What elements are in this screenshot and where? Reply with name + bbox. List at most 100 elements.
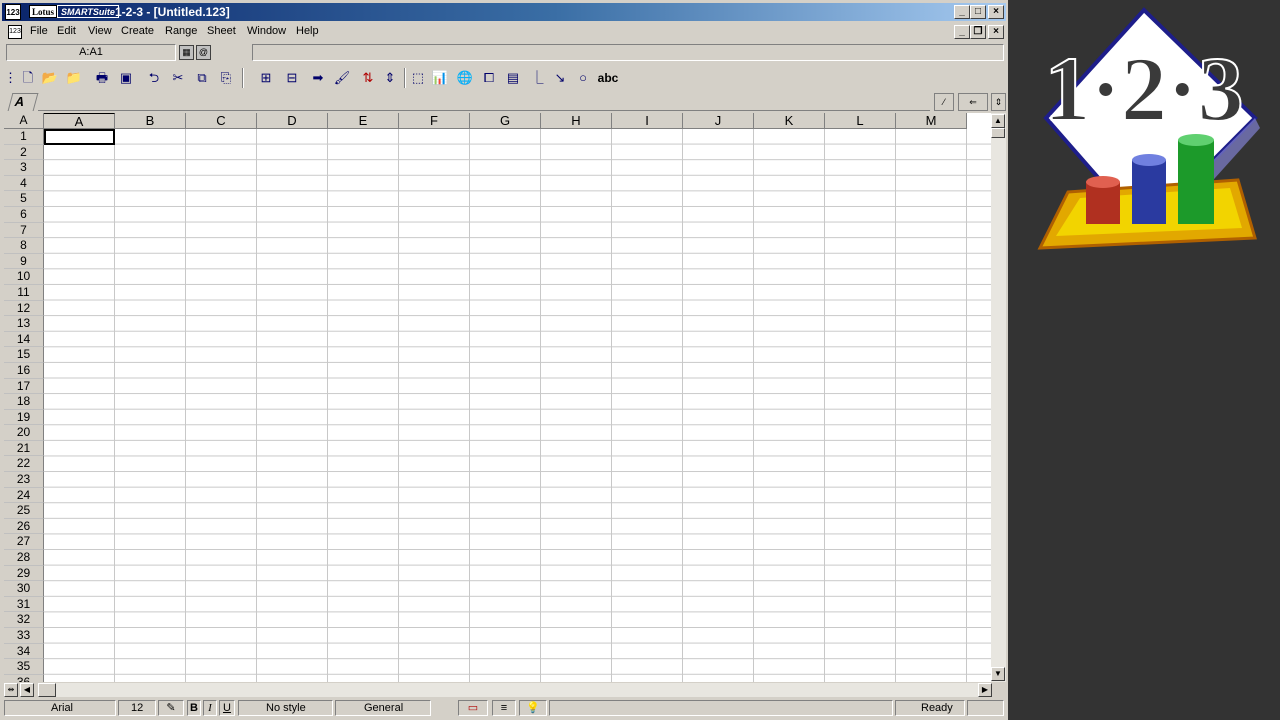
line-icon[interactable]: ⎿: [527, 68, 547, 88]
menu-help[interactable]: Help: [296, 25, 319, 37]
menu-edit[interactable]: Edit: [57, 25, 76, 37]
row-header[interactable]: 30: [4, 581, 44, 597]
column-header-e[interactable]: E: [328, 113, 399, 129]
cell-pointer[interactable]: [44, 129, 115, 145]
split-icon[interactable]: ⇕: [991, 93, 1006, 111]
row-header[interactable]: 7: [4, 222, 44, 239]
scroll-left-icon[interactable]: ◀: [20, 683, 34, 697]
alignment-icon[interactable]: ≡: [492, 700, 516, 716]
row-header[interactable]: 32: [4, 612, 44, 628]
menu-window[interactable]: Window: [247, 25, 286, 37]
sheet-tab-a[interactable]: A: [7, 93, 39, 111]
row-header[interactable]: 19: [4, 409, 44, 426]
column-header-m[interactable]: M: [896, 113, 967, 129]
row-header[interactable]: 12: [4, 300, 44, 317]
navigator-icon[interactable]: ▦: [179, 45, 194, 60]
cell-area[interactable]: [44, 129, 991, 682]
row-header[interactable]: 34: [4, 643, 44, 660]
column-header-d[interactable]: D: [257, 113, 328, 129]
doc-minimize-button[interactable]: _: [954, 25, 970, 39]
bold-icon[interactable]: B: [187, 700, 201, 716]
doc-close-button[interactable]: ×: [988, 25, 1004, 39]
ellipse-icon[interactable]: ○: [573, 68, 593, 88]
row-header[interactable]: 13: [4, 316, 44, 332]
row-header[interactable]: 17: [4, 378, 44, 395]
map-icon[interactable]: 🌐: [455, 68, 475, 88]
sheet-corner-label[interactable]: A: [4, 113, 44, 129]
number-format-selector[interactable]: General: [335, 700, 431, 716]
format-icon[interactable]: 🖌: [332, 68, 352, 88]
new-sheet-icon[interactable]: ⁄: [934, 93, 954, 111]
print-preview-icon[interactable]: ▣: [116, 68, 136, 88]
row-header[interactable]: 10: [4, 269, 44, 285]
undo-icon[interactable]: ⮌: [144, 68, 164, 88]
vertical-scrollbar[interactable]: ▲ ▼: [991, 113, 1006, 682]
print-icon[interactable]: 🖶: [92, 68, 112, 88]
insert-rows-icon[interactable]: ⊞: [256, 68, 276, 88]
menu-file[interactable]: File: [30, 25, 48, 37]
style-selector[interactable]: No style: [238, 700, 333, 716]
column-header-g[interactable]: G: [470, 113, 541, 129]
scroll-up-icon[interactable]: ▲: [991, 114, 1005, 128]
app-icon[interactable]: 123: [5, 4, 21, 20]
maximize-button[interactable]: □: [970, 5, 986, 19]
row-header[interactable]: 9: [4, 253, 44, 270]
fill-icon[interactable]: ⇕: [380, 68, 400, 88]
document-icon[interactable]: 123: [8, 25, 22, 39]
column-header-b[interactable]: B: [115, 113, 186, 129]
horizontal-scrollbar[interactable]: ⇹ ◀ ▶: [2, 682, 1006, 698]
paste-icon[interactable]: ⎘: [216, 68, 236, 88]
horizontal-scroll-thumb[interactable]: [38, 683, 56, 697]
row-header[interactable]: 35: [4, 659, 44, 675]
row-header[interactable]: 25: [4, 503, 44, 519]
row-header[interactable]: 16: [4, 362, 44, 379]
at-function-icon[interactable]: @: [196, 45, 211, 60]
row-header[interactable]: 4: [4, 175, 44, 192]
menu-view[interactable]: View: [88, 25, 112, 37]
column-header-k[interactable]: K: [754, 113, 825, 129]
row-header[interactable]: 31: [4, 596, 44, 613]
row-header[interactable]: 21: [4, 440, 44, 457]
vertical-scroll-thumb[interactable]: [991, 128, 1005, 138]
italic-icon[interactable]: I: [203, 700, 217, 716]
picture-icon[interactable]: ⧠: [479, 68, 499, 88]
column-header-a[interactable]: A: [44, 113, 115, 129]
font-selector[interactable]: Arial: [4, 700, 116, 716]
fill-color-icon[interactable]: ▭: [458, 700, 488, 716]
column-header-j[interactable]: J: [683, 113, 754, 129]
row-header[interactable]: 33: [4, 628, 44, 644]
doc-restore-button[interactable]: ❐: [970, 25, 986, 39]
menu-create[interactable]: Create: [121, 25, 154, 37]
row-header[interactable]: 2: [4, 144, 44, 161]
insert-columns-icon[interactable]: ⊟: [282, 68, 302, 88]
column-header-h[interactable]: H: [541, 113, 612, 129]
select-icon[interactable]: ⬚: [408, 68, 428, 88]
column-header-i[interactable]: I: [612, 113, 683, 129]
smartassistant-bulb-icon[interactable]: 💡: [519, 700, 547, 716]
row-header[interactable]: 27: [4, 534, 44, 551]
row-header[interactable]: 18: [4, 394, 44, 410]
row-header[interactable]: 6: [4, 206, 44, 223]
row-header[interactable]: 20: [4, 425, 44, 441]
object-icon[interactable]: ▤: [503, 68, 523, 88]
close-button[interactable]: ×: [988, 5, 1004, 19]
row-header[interactable]: 29: [4, 565, 44, 582]
column-header-f[interactable]: F: [399, 113, 470, 129]
sort-icon[interactable]: ⇅: [358, 68, 378, 88]
tab-scroll-icon[interactable]: ⇐: [958, 93, 988, 111]
row-header[interactable]: 5: [4, 191, 44, 207]
open-file-icon[interactable]: 📂: [40, 68, 60, 88]
column-header-c[interactable]: C: [186, 113, 257, 129]
worksheet-grid[interactable]: A A B C D E F G H I J K L M 1 2 3 4 5 6 …: [4, 113, 991, 682]
new-file-icon[interactable]: 🗋: [18, 68, 38, 88]
save-file-icon[interactable]: 📁: [64, 68, 84, 88]
scroll-down-icon[interactable]: ▼: [991, 667, 1005, 681]
row-header[interactable]: 1: [4, 129, 44, 145]
menu-range[interactable]: Range: [165, 25, 197, 37]
next-icon[interactable]: ➡: [308, 68, 328, 88]
row-header[interactable]: 28: [4, 550, 44, 566]
font-size-selector[interactable]: 12: [118, 700, 156, 716]
row-header[interactable]: 26: [4, 518, 44, 535]
row-header[interactable]: 15: [4, 347, 44, 363]
row-header[interactable]: 23: [4, 472, 44, 488]
